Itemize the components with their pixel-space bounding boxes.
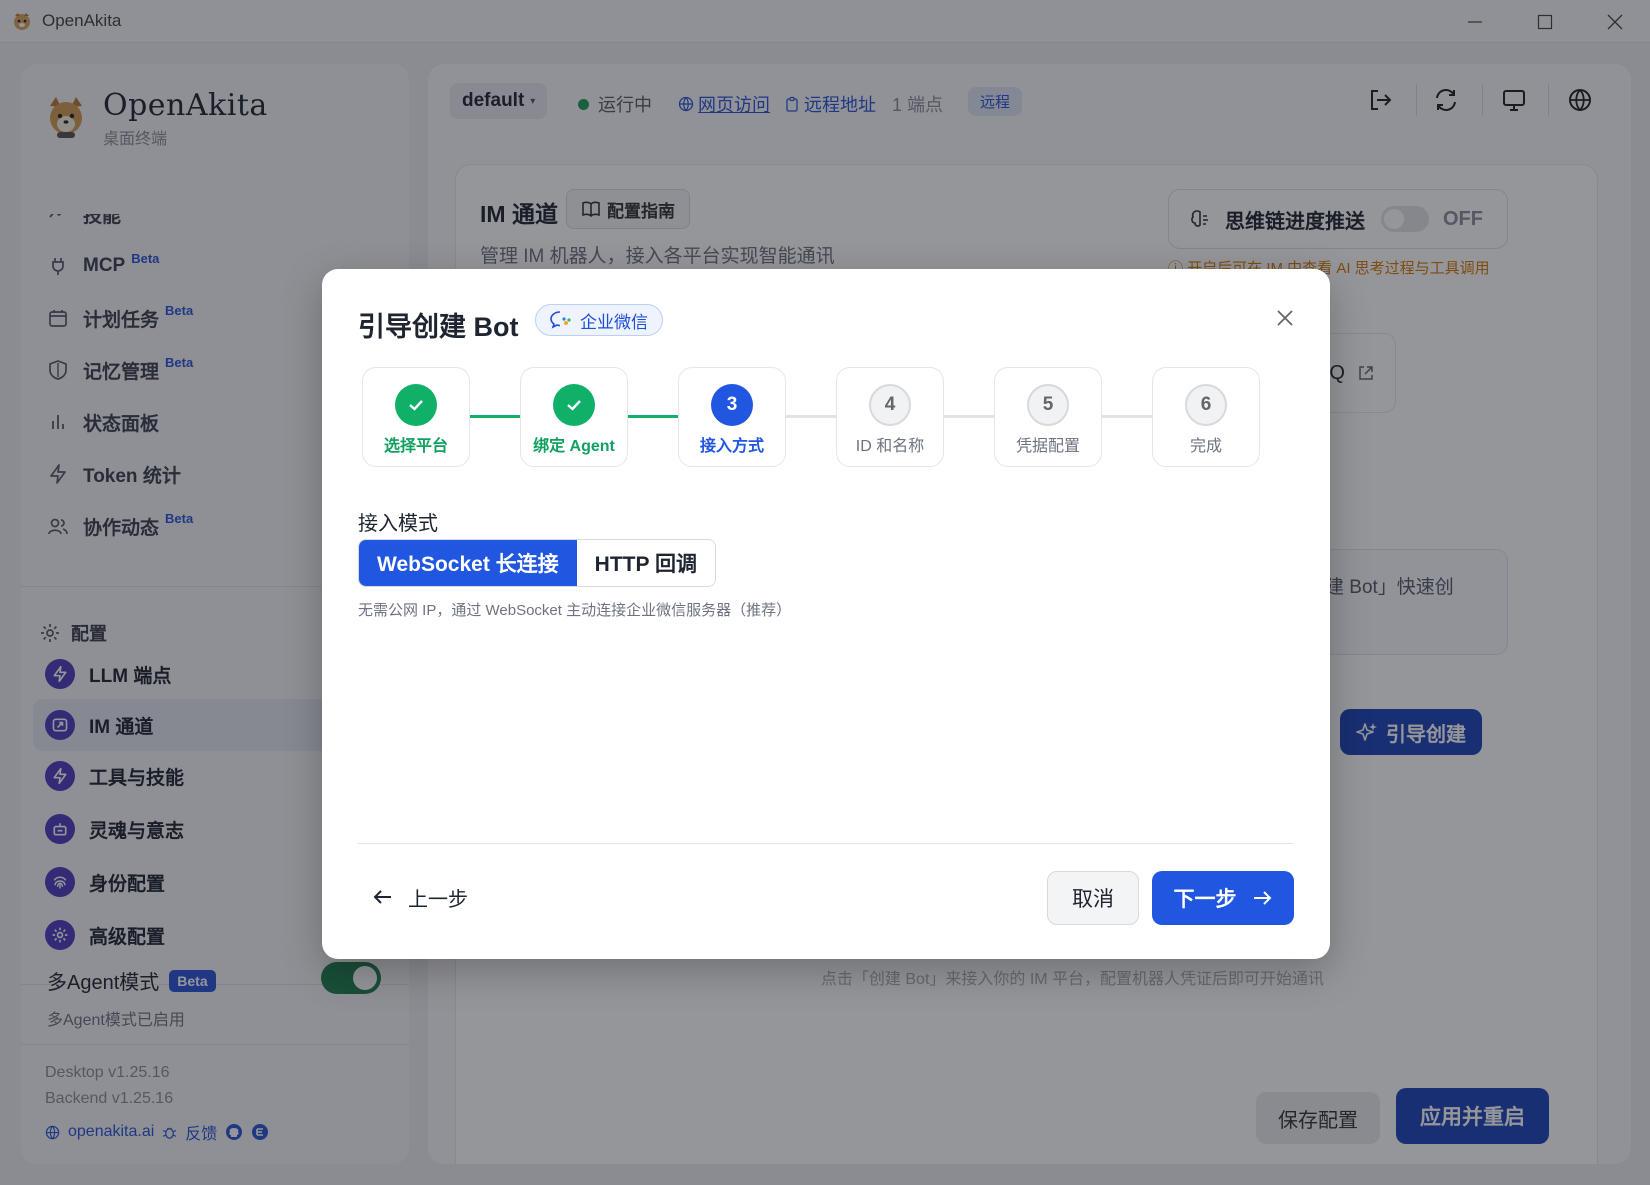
step-label: 凭据配置: [1015, 438, 1080, 455]
step-label: 选择平台: [383, 438, 448, 455]
step-number: 5: [1027, 384, 1069, 426]
step-connector: [1102, 415, 1152, 418]
step-connector: [628, 415, 678, 418]
mode-http-option[interactable]: HTTP 回调: [576, 540, 715, 586]
step-select-platform: 选择平台: [362, 367, 470, 467]
access-mode-selector: WebSocket 长连接 HTTP 回调: [358, 539, 716, 587]
step-credentials: 5 凭据配置: [994, 367, 1102, 467]
step-done: 6 完成: [1152, 367, 1260, 467]
access-mode-description: 无需公网 IP，通过 WebSocket 主动连接企业微信服务器（推荐）: [358, 602, 792, 619]
step-label: 绑定 Agent: [533, 438, 615, 455]
step-connector: [944, 415, 994, 418]
arrow-right-icon: [1253, 891, 1271, 905]
check-icon: [395, 384, 437, 426]
cancel-label: 取消: [1072, 888, 1114, 911]
step-label: 完成: [1189, 438, 1222, 455]
access-mode-label: 接入模式: [358, 513, 438, 535]
step-number: 6: [1185, 384, 1227, 426]
cancel-button[interactable]: 取消: [1047, 871, 1139, 925]
dialog-divider: [358, 843, 1294, 844]
mode-websocket-option[interactable]: WebSocket 长连接: [359, 540, 577, 586]
arrow-left-icon: [373, 890, 391, 904]
next-step-button[interactable]: 下一步: [1152, 871, 1294, 925]
previous-step-button[interactable]: 上一步: [372, 877, 468, 917]
step-label: 接入方式: [699, 438, 764, 455]
previous-step-label: 上一步: [408, 888, 468, 911]
close-icon[interactable]: [1272, 305, 1298, 331]
guided-create-bot-dialog: 引导创建 Bot 企业微信 选择平台 绑定 Agent 3 接入方式 4 ID …: [322, 269, 1330, 959]
dialog-title: 引导创建 Bot: [358, 312, 519, 342]
platform-badge: 企业微信: [535, 304, 663, 336]
next-step-label: 下一步: [1173, 888, 1237, 911]
step-label: ID 和名称: [855, 438, 925, 455]
step-connector: [470, 415, 520, 418]
step-id-name: 4 ID 和名称: [836, 367, 944, 467]
step-number: 4: [869, 384, 911, 426]
wecom-icon: [550, 311, 571, 329]
platform-name: 企业微信: [580, 312, 648, 332]
step-access-method: 3 接入方式: [678, 367, 786, 467]
step-number: 3: [711, 384, 753, 426]
step-connector: [786, 415, 836, 418]
step-bind-agent: 绑定 Agent: [520, 367, 628, 467]
check-icon: [553, 384, 595, 426]
